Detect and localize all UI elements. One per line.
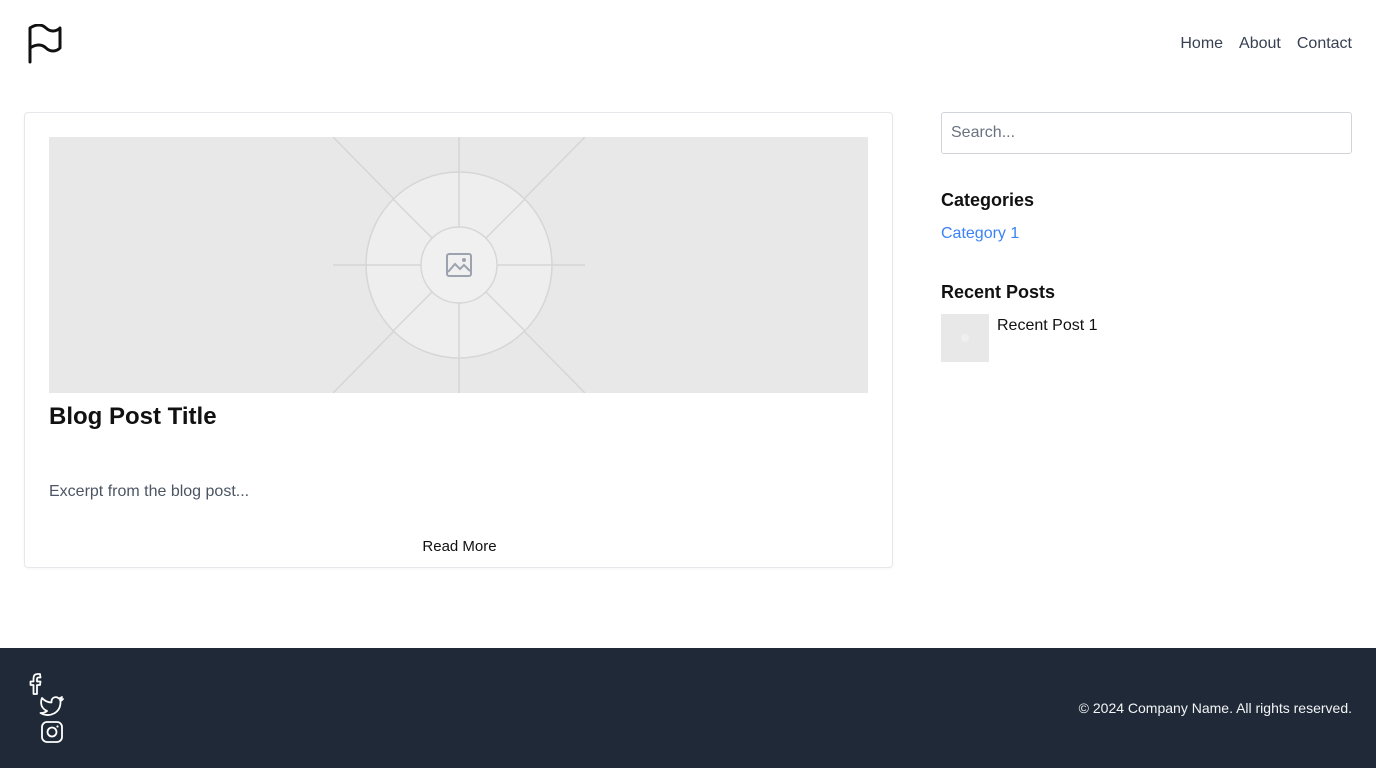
categories-heading: Categories (941, 190, 1035, 210)
read-more-button[interactable]: Read More (25, 537, 894, 557)
facebook-icon[interactable] (26, 672, 48, 696)
recent-post-link[interactable]: Recent Post 1 (997, 316, 1098, 336)
main-nav: Home About Contact (1180, 34, 1352, 54)
nav-link-contact[interactable]: Contact (1297, 34, 1352, 54)
post-title[interactable]: Blog Post Title (49, 402, 217, 432)
site-header: Home About Contact (0, 0, 1376, 88)
category-link[interactable]: Category 1 (941, 224, 1019, 244)
nav-link-home[interactable]: Home (1180, 34, 1223, 54)
post-excerpt: Excerpt from the blog post... (49, 483, 250, 500)
page: Home About Contact Blog Post Title Excer… (0, 0, 1376, 768)
post-image (49, 137, 868, 393)
nav-link-about[interactable]: About (1239, 34, 1281, 54)
recent-post-thumbnail[interactable] (941, 314, 989, 362)
blog-post-card: Blog Post Title Excerpt from the blog po… (24, 112, 893, 568)
flag-icon[interactable] (26, 23, 64, 64)
instagram-icon[interactable] (40, 720, 64, 744)
copyright-text: © 2024 Company Name. All rights reserved… (1078, 700, 1352, 716)
twitter-icon[interactable] (39, 696, 65, 720)
search-input[interactable] (941, 112, 1352, 154)
image-placeholder-icon (445, 252, 473, 278)
recent-posts-heading: Recent Posts (941, 282, 1056, 302)
site-footer: © 2024 Company Name. All rights reserved… (0, 648, 1376, 768)
